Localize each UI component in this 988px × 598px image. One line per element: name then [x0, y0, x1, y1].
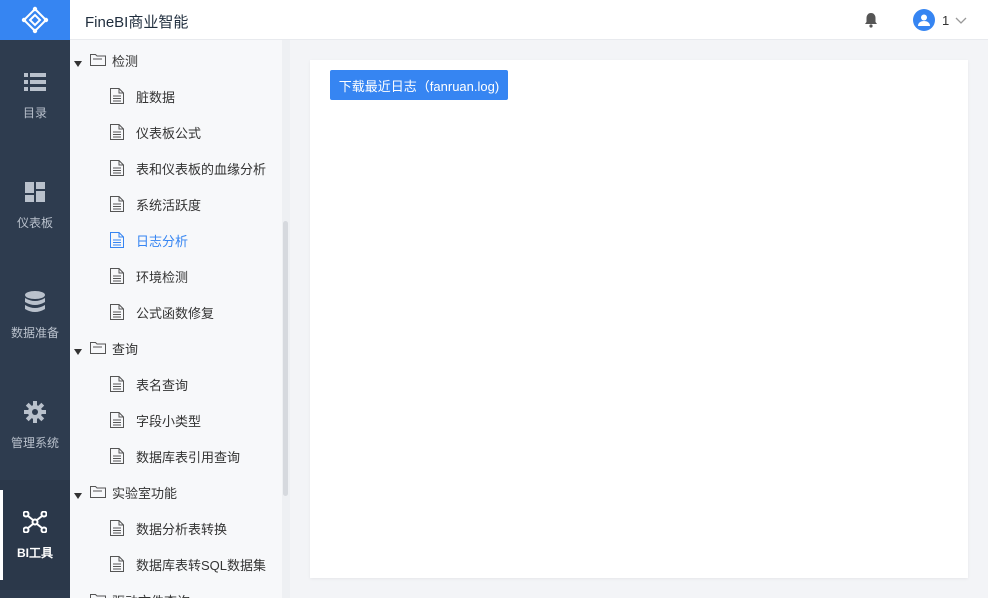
download-log-button[interactable]: 下载最近日志（fanruan.log) — [330, 70, 508, 100]
gear-icon — [23, 400, 47, 424]
tree-label: 数据分析表转换 — [136, 521, 228, 537]
tree-folder[interactable]: 实验室功能 — [70, 474, 280, 510]
nav-catalog[interactable]: 目录 — [0, 40, 70, 150]
tree-label: 仪表板公式 — [136, 125, 202, 141]
tree-item[interactable]: 数据分析表转换 — [70, 510, 280, 546]
nav-label: 仪表板 — [16, 215, 53, 230]
nav-admin[interactable]: 管理系统 — [0, 370, 70, 480]
tree-label: 数据库表引用查询 — [136, 449, 241, 465]
nav-data-prep[interactable]: 数据准备 — [0, 260, 70, 370]
file-icon — [110, 448, 124, 464]
user-menu[interactable]: 1 — [913, 9, 967, 31]
tree-label: 字段小类型 — [136, 413, 202, 429]
folder-icon — [90, 593, 106, 598]
tree-label: 表名查询 — [136, 377, 189, 393]
app-logo[interactable] — [0, 0, 70, 40]
tree-label: 检测 — [112, 53, 139, 69]
tree-item[interactable]: 字段小类型 — [70, 402, 280, 438]
file-icon — [110, 556, 124, 572]
nav-label: 管理系统 — [10, 435, 59, 450]
tree-label: 表和仪表板的血缘分析 — [136, 161, 267, 177]
app-title: FineBI商业智能 — [85, 14, 189, 31]
file-icon — [110, 304, 124, 320]
tree-folder[interactable]: 检测 — [70, 42, 280, 78]
tree-label: 日志分析 — [136, 233, 189, 249]
notification-bell-icon[interactable] — [863, 12, 879, 28]
tree-label: 实验室功能 — [112, 485, 178, 501]
nav-dashboard[interactable]: 仪表板 — [0, 150, 70, 260]
nav-label: BI工具 — [16, 545, 53, 560]
tool-tree: 检测脏数据仪表板公式表和仪表板的血缘分析 系统活跃度日志分析环境检测公式函数修复查… — [70, 40, 290, 598]
left-nav-rail: 目录 仪表板 数据准备 管理系统 BI工具 — [0, 0, 70, 598]
tree-item[interactable]: 表名查询 — [70, 366, 280, 402]
file-icon — [110, 376, 124, 392]
folder-icon — [90, 341, 106, 355]
file-icon — [110, 88, 124, 104]
tree-item[interactable]: 数据库表转SQL数据集 — [70, 546, 280, 582]
tree-label: 数据库表转SQL数据集 — [136, 557, 267, 573]
tree-label: 系统活跃度 — [136, 197, 202, 213]
tree-item[interactable]: 数据库表引用查询 — [70, 438, 280, 474]
caret-down-icon[interactable] — [74, 488, 82, 499]
caret-down-icon[interactable] — [74, 56, 82, 67]
user-name: 1 — [942, 12, 950, 28]
avatar — [913, 9, 935, 31]
tree-folder[interactable]: 驱动文件查询 — [70, 582, 280, 598]
nav-label: 目录 — [22, 105, 47, 120]
chevron-down-icon — [955, 14, 967, 26]
database-icon — [23, 290, 47, 314]
tree-item[interactable]: 日志分析 — [70, 222, 280, 258]
file-icon — [110, 412, 124, 428]
file-icon — [110, 160, 124, 176]
tree-scrollbar[interactable] — [282, 40, 290, 598]
tree-label: 公式函数修复 — [136, 305, 215, 321]
tree-label: 驱动文件查询 — [112, 591, 190, 598]
tree-item[interactable]: 表和仪表板的血缘分析 — [70, 150, 280, 186]
tree-item[interactable]: 公式函数修复 — [70, 294, 280, 330]
top-header: FineBI商业智能 1 — [70, 0, 988, 40]
file-icon — [110, 268, 124, 284]
tree-item[interactable]: 环境检测 — [70, 258, 280, 294]
tree-label: 环境检测 — [136, 269, 189, 285]
file-icon — [110, 124, 124, 140]
list-icon — [23, 70, 47, 94]
file-icon — [110, 232, 124, 248]
file-icon — [110, 196, 124, 212]
tree-item[interactable]: 系统活跃度 — [70, 186, 280, 222]
folder-icon — [90, 485, 106, 499]
scroll-thumb[interactable] — [283, 221, 288, 496]
bi-tools-icon — [23, 510, 47, 534]
nav-label: 数据准备 — [10, 325, 59, 340]
tree-label: 脏数据 — [136, 89, 176, 105]
nav-bi-tools[interactable]: BI工具 — [0, 480, 70, 590]
file-icon — [110, 520, 124, 536]
caret-down-icon[interactable] — [74, 344, 82, 355]
tree-folder[interactable]: 查询 — [70, 330, 280, 366]
tree-label: 查询 — [112, 341, 139, 357]
tree-item[interactable]: 脏数据 — [70, 78, 280, 114]
content-card: 下载最近日志（fanruan.log) — [310, 60, 968, 578]
logo-icon — [21, 6, 49, 34]
dashboard-icon — [23, 180, 47, 204]
folder-icon — [90, 53, 106, 67]
tree-item[interactable]: 仪表板公式 — [70, 114, 280, 150]
